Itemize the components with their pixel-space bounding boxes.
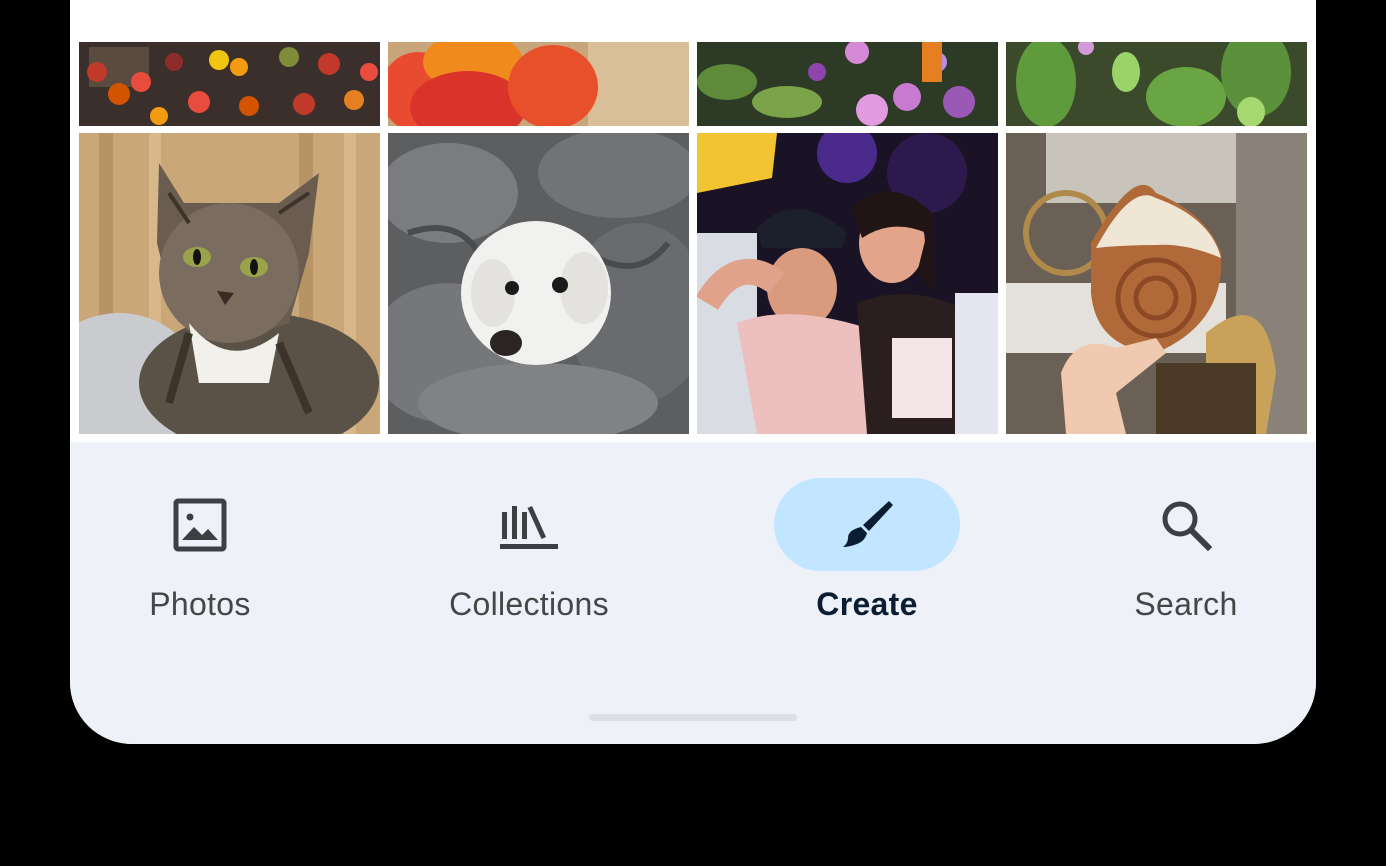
nav-label-photos: Photos xyxy=(149,586,251,622)
nav-item-search[interactable]: Search xyxy=(1096,478,1276,638)
bottom-navigation-bar: Photos Collections Create Search xyxy=(70,442,1316,744)
search-icon xyxy=(1158,497,1214,553)
photo-party-friends[interactable] xyxy=(697,133,998,434)
nav-item-collections[interactable]: Collections xyxy=(429,478,629,638)
photo-croissant-cafe[interactable] xyxy=(1006,133,1307,434)
nav-label-search: Search xyxy=(1134,586,1238,622)
nav-label-create: Create xyxy=(816,586,918,622)
brush-icon xyxy=(839,497,895,553)
photo-tomatoes-market[interactable] xyxy=(79,42,380,126)
photo-white-dog-blanket[interactable] xyxy=(388,133,689,434)
gesture-navigation-handle[interactable] xyxy=(589,714,797,721)
photo-grid xyxy=(70,42,1316,442)
photo-orchids[interactable] xyxy=(697,42,998,126)
phone-screen: Photos Collections Create Search xyxy=(70,0,1316,744)
nav-label-collections: Collections xyxy=(449,586,609,622)
photo-tulips[interactable] xyxy=(1006,42,1307,126)
photo-tabby-cat[interactable] xyxy=(79,133,380,434)
photo-peaches[interactable] xyxy=(388,42,689,126)
photo-icon xyxy=(172,497,228,553)
nav-item-photos[interactable]: Photos xyxy=(110,478,290,638)
collections-icon xyxy=(498,497,560,553)
nav-item-create[interactable]: Create xyxy=(774,478,960,638)
